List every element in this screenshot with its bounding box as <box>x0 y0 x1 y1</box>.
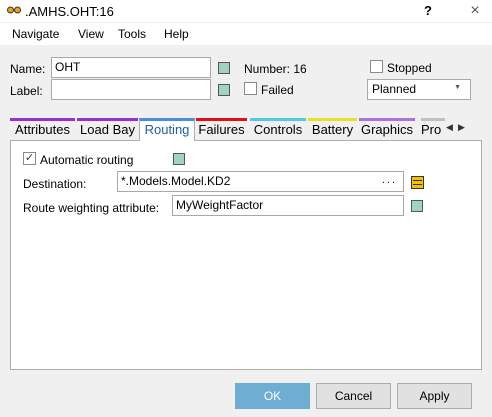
menu-tools[interactable]: Tools <box>118 27 146 41</box>
tab-battery[interactable]: Battery <box>308 118 357 140</box>
tab-pro-label: Pro <box>421 122 442 137</box>
label-attribute-icon[interactable] <box>218 84 230 96</box>
tab-attributes[interactable]: Attributes <box>10 118 75 140</box>
destination-label: Destination: <box>23 177 87 191</box>
automatic-routing-checkbox[interactable]: ✓ <box>23 152 36 165</box>
name-label: Name: <box>10 62 46 76</box>
tab-scroll-left-icon[interactable]: ◀ <box>446 122 453 133</box>
tab-graphics-label: Graphics <box>360 122 414 137</box>
weighting-label: Route weighting attribute: <box>23 201 160 215</box>
failed-checkbox[interactable] <box>244 82 257 95</box>
stopped-checkbox[interactable] <box>370 60 383 73</box>
menu-navigate[interactable]: Navigate <box>12 27 59 41</box>
tab-routing[interactable]: Routing <box>139 118 195 141</box>
name-attribute-icon[interactable] <box>218 62 230 74</box>
automatic-routing-label: Automatic routing <box>40 153 134 167</box>
ok-button[interactable]: OK <box>235 383 310 409</box>
automatic-routing-attribute-icon[interactable] <box>173 153 185 165</box>
tab-attributes-label: Attributes <box>15 122 70 137</box>
tab-failures-label: Failures <box>198 122 245 137</box>
help-button[interactable]: ? <box>424 3 432 18</box>
number-label: Number: 16 <box>244 62 307 76</box>
cancel-button[interactable]: Cancel <box>316 383 391 409</box>
tab-controls-label: Controls <box>253 122 303 137</box>
state-dropdown[interactable]: Planned ▼ <box>367 79 471 100</box>
chevron-down-icon: ▼ <box>454 84 461 91</box>
apply-button[interactable]: Apply <box>397 383 472 409</box>
tab-scroll-right-icon[interactable]: ▶ <box>458 122 465 133</box>
window-title: .AMHS.OHT:16 <box>25 4 114 19</box>
tab-battery-label: Battery <box>311 122 354 137</box>
title-bar: .AMHS.OHT:16 ? × <box>0 0 492 23</box>
tab-controls[interactable]: Controls <box>250 118 306 140</box>
label-field[interactable] <box>51 79 211 100</box>
tab-failures[interactable]: Failures <box>196 118 247 140</box>
failed-label: Failed <box>261 83 294 97</box>
menu-help[interactable]: Help <box>164 27 189 41</box>
tab-load-bay[interactable]: Load Bay <box>77 118 138 140</box>
state-dropdown-value: Planned <box>372 82 417 96</box>
menu-view[interactable]: View <box>78 27 104 41</box>
destination-edit-icon[interactable] <box>411 176 424 189</box>
weighting-field[interactable]: MyWeightFactor <box>172 195 404 216</box>
close-button[interactable]: × <box>463 1 487 21</box>
tab-pro[interactable]: Pro <box>421 118 445 140</box>
menu-bar: Navigate View Tools Help <box>0 23 492 45</box>
label-label: Label: <box>10 84 43 98</box>
destination-value: *.Models.Model.KD2 <box>121 174 231 188</box>
app-icon <box>7 6 21 14</box>
tab-load-bay-label: Load Bay <box>80 122 135 137</box>
name-field[interactable]: OHT <box>51 57 211 78</box>
tab-graphics[interactable]: Graphics <box>359 118 415 140</box>
stopped-label: Stopped <box>387 61 432 75</box>
destination-browse-button[interactable]: ... <box>382 174 397 186</box>
weighting-attribute-icon[interactable] <box>411 200 423 212</box>
destination-field[interactable]: *.Models.Model.KD2 ... <box>117 171 404 192</box>
tab-routing-label: Routing <box>144 122 190 137</box>
